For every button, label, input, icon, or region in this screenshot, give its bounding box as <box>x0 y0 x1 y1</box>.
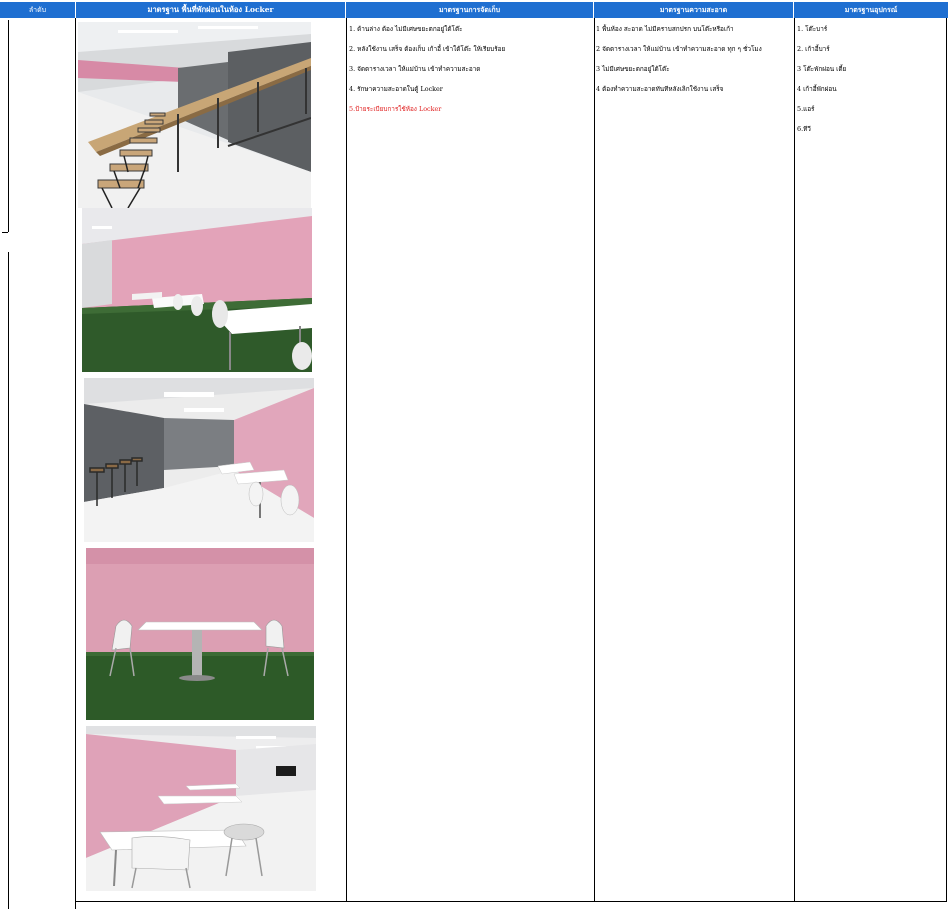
equipment-item: 6.ทีวี <box>797 125 811 133</box>
header-equipment: มาตรฐานอุปกรณ์ <box>794 2 948 18</box>
management-item: 2. หลังใช้งาน เสร็จ ต้องเก็บ เก้าอี้ เข้… <box>349 45 506 53</box>
grid-line <box>75 18 76 909</box>
equipment-item: 2. เก้าอี้บาร์ <box>797 45 830 53</box>
standards-sheet: ลำดับ มาตรฐาน พื้นที่พักผ่อนในห้อง Locke… <box>0 0 948 909</box>
photo-tiled-room <box>84 378 314 542</box>
grid-line <box>946 18 947 901</box>
management-item: 4. รักษาความสะอาดในตู้ Locker <box>349 85 443 93</box>
photo-table-two-chairs <box>86 548 314 720</box>
grid-line <box>8 252 9 909</box>
management-item: 3. จัดตารางเวลา ให้แม่บ้าน เข้าทำความสะอ… <box>349 65 481 73</box>
cleanliness-item: 1 พื้นห้อง สะอาด ไม่มีคราบสกปรก บนโต๊ะหร… <box>596 25 734 33</box>
grid-line <box>346 18 347 901</box>
cleanliness-item: 3 ไม่มีเศษขยะตกอยู่ใต้โต๊ะ <box>596 65 670 73</box>
header-number: ลำดับ <box>0 2 76 18</box>
grid-line <box>2 232 8 233</box>
photo-bar-tables <box>78 22 311 208</box>
grid-line <box>794 18 795 901</box>
cleanliness-list: 1 พื้นห้อง สะอาด ไม่มีคราบสกปรก บนโต๊ะหร… <box>596 25 762 105</box>
photo-table-row <box>86 726 316 891</box>
grid-line <box>8 20 9 232</box>
equipment-item: 3 โต๊ะพักผ่อน เตี้ย <box>797 65 847 73</box>
cleanliness-item: 2 จัดตารางเวลา ให้แม่บ้าน เข้าทำความสะอา… <box>596 45 762 53</box>
header-management: มาตรฐานการจัดเก็บ <box>346 2 594 18</box>
equipment-item: 5.แอร์ <box>797 105 815 113</box>
equipment-list: 1. โต๊ะบาร์ 2. เก้าอี้บาร์ 3 โต๊ะพักผ่อน… <box>797 25 846 145</box>
header-cleanliness: มาตรฐานความสะอาด <box>594 2 794 18</box>
header-area-standard: มาตรฐาน พื้นที่พักผ่อนในห้อง Locker <box>76 2 346 18</box>
management-item: 1. ด้านล่าง ต้อง ไม่มีเศษขยะตกอยู่ใต้โต๊… <box>349 25 463 33</box>
grid-line <box>75 901 947 902</box>
management-item-highlight: 5.ป้ายระเบียบการใช้ห้อง Locker <box>349 105 442 113</box>
grid-line <box>594 18 595 901</box>
management-list: 1. ด้านล่าง ต้อง ไม่มีเศษขยะตกอยู่ใต้โต๊… <box>349 25 505 125</box>
equipment-item: 1. โต๊ะบาร์ <box>797 25 828 33</box>
equipment-item: 4 เก้าอี้พักผ่อน <box>797 85 837 93</box>
cleanliness-item: 4 ต้องทำความสะอาดทันทีหลังเลิกใช้งาน เสร… <box>596 85 724 93</box>
photo-pink-wall-turf <box>82 208 312 372</box>
